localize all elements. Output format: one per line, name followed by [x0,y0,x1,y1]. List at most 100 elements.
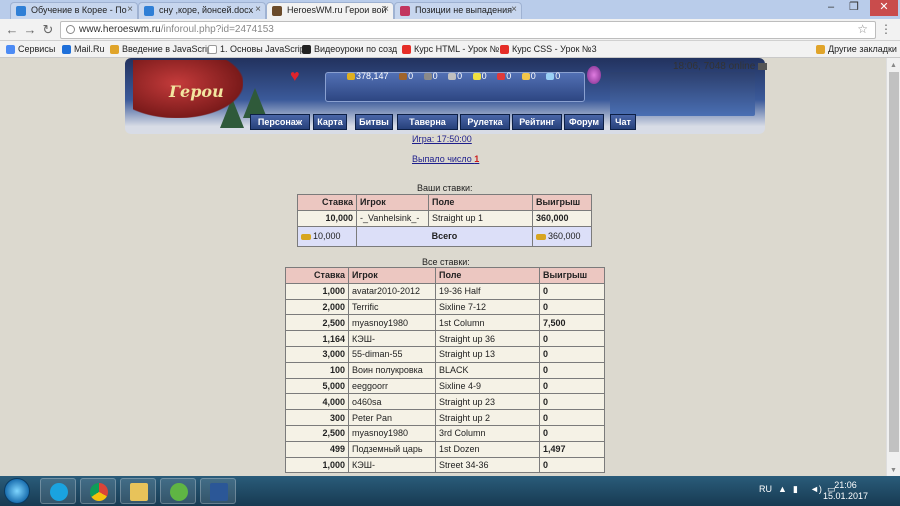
player-cell[interactable]: Peter Pan [348,409,436,426]
reload-icon[interactable]: ↻ [40,22,56,38]
table-row: 2,000 Terrific Sixline 7-12 0 [285,298,605,316]
heroes-logo[interactable]: Герои [133,60,243,118]
tab-korea-study[interactable]: Обучение в Корее - По × [10,2,138,19]
bookmark-video-lessons[interactable]: Видеоуроки по созд [302,44,397,54]
scroll-down-icon[interactable]: ▼ [890,467,897,474]
col-player: Игрок [348,267,436,284]
bookmark-other[interactable]: Другие закладки [816,44,897,54]
bet-cell: 10,000 [297,209,357,227]
bet-cell: 100 [285,361,349,379]
bookmark-js-basics[interactable]: 1. Основы JavaScript [208,44,307,54]
youtube-icon [402,45,411,54]
folder-icon [816,45,825,54]
nav-forum[interactable]: Форум [564,114,604,130]
page-icon [208,45,217,54]
scrollbar-thumb[interactable] [889,72,899,452]
game-time-link[interactable]: Игра: 17:50:00 [412,134,472,144]
nav-battles[interactable]: Битвы [355,114,393,130]
player-cell[interactable]: eeggoorr [348,377,436,395]
bookmark-mailru[interactable]: Mail.Ru [62,44,105,54]
crystal-icon [497,73,506,80]
nav-character[interactable]: Персонаж [250,114,310,130]
table-row: 300 Peter Pan Straight up 20 [285,409,605,426]
gems-icon [521,73,530,80]
health-heart-icon: ♥ [290,68,300,85]
close-icon[interactable]: × [383,4,389,15]
player-cell[interactable]: -_Vanhelsink_- [356,209,429,227]
page-scrollbar[interactable]: ▲ ▼ [886,58,900,476]
tab-heroeswm[interactable]: HeroesWM.ru Герои вой × [266,2,394,19]
player-cell[interactable]: Terrific [348,298,436,316]
back-icon[interactable]: ← [4,22,20,38]
language-indicator[interactable]: RU [759,484,772,494]
player-cell[interactable]: o460sa [348,393,436,411]
resource-bar: 378,147 0 0 0 0 0 0 0 [347,71,568,81]
nav-rating[interactable]: Рейтинг [512,114,562,130]
nav-roulette[interactable]: Рулетка [460,114,510,130]
url-input[interactable]: www.heroeswm.ru/inforoul.php?id=2474153 [60,21,876,39]
page-info-icon[interactable] [66,25,75,34]
taskbar-chrome[interactable] [80,478,116,504]
skype-icon [50,483,68,501]
taskbar-skype[interactable] [40,478,76,504]
ore-resource: 0 [423,71,442,81]
forward-icon[interactable]: → [22,22,38,38]
bookmark-js-intro[interactable]: Введение в JavaScrip [110,44,212,54]
nav-map[interactable]: Карта [313,114,347,130]
player-cell[interactable]: 55-diman-55 [348,345,436,363]
bookmarks-bar: Сервисы Mail.Ru Введение в JavaScrip 1. … [0,41,900,58]
result-number-link[interactable]: Выпало число 1 [412,154,479,164]
close-icon[interactable]: × [255,4,261,15]
restore-icon[interactable]: ❐ [843,0,865,16]
bookmark-css-course[interactable]: Курс CSS - Урок №3 [500,44,597,54]
field-cell: 1st Column [435,314,540,332]
tray-expand-icon[interactable]: ▲ [778,484,787,494]
field-cell: Straight up 2 [435,409,540,426]
network-icon[interactable]: ▮ [793,484,798,495]
r-logo-icon [302,45,311,54]
browser-menu-icon[interactable]: ⋮ [880,22,892,36]
table-header-row: Ставка Игрок Поле Выигрыш [285,267,605,284]
your-bets-table: Ставка Игрок Поле Выигрыш 10,000 -_Vanhe… [297,194,592,247]
table-header-row: Ставка Игрок Поле Выигрыш [297,194,592,211]
nav-tavern[interactable]: Таверна [397,114,458,130]
bet-cell: 1,000 [285,282,349,300]
minimize-icon[interactable]: – [820,0,842,16]
windows-taskbar: RU ▲ ▮ ◄) ▭ 21:06 15.01.2017 [0,476,900,506]
taskbar-word[interactable] [200,478,236,504]
taskbar-utorrent[interactable] [160,478,196,504]
start-button[interactable] [4,478,30,504]
tab-snu-doc[interactable]: сну ,коре, йонсей.docx × [138,2,266,19]
nav-chat[interactable]: Чат [610,114,636,130]
player-cell[interactable]: КЭШ- [348,456,436,474]
mercury-icon [448,73,457,80]
bookmark-services[interactable]: Сервисы [6,44,55,54]
field-cell: Sixline 7-12 [435,298,540,316]
bookmark-html-course[interactable]: Курс HTML - Урок № [402,44,499,54]
close-icon[interactable]: × [127,4,133,15]
gold-icon [301,234,311,241]
table-row: 1,000 avatar2010-2012 19-36 Half 0 [285,282,605,300]
player-cell[interactable]: myasnoy1980 [348,314,436,332]
player-cell[interactable]: Подземный царь [348,440,436,458]
player-cell[interactable]: Воин полукровка [348,361,436,379]
wood-resource: 0 [399,71,417,81]
field-cell: Street 34-36 [435,456,540,474]
win-cell: 0 [539,282,605,300]
taskbar-explorer[interactable] [120,478,156,504]
player-cell[interactable]: КЭШ- [348,330,436,347]
scroll-up-icon[interactable]: ▲ [890,62,897,69]
bookmark-star-icon[interactable]: ☆ [857,22,868,36]
field-cell: Straight up 13 [435,345,540,363]
system-clock[interactable]: 21:06 15.01.2017 [823,480,868,502]
docs-icon [16,6,26,16]
close-icon[interactable]: × [511,4,517,15]
mail-icon[interactable] [758,63,768,70]
window-close-icon[interactable]: ✕ [870,0,898,16]
volume-icon[interactable]: ◄) [810,484,822,494]
bet-cell: 5,000 [285,377,349,395]
player-cell[interactable]: myasnoy1980 [348,424,436,442]
sulfur-icon [472,73,481,80]
tab-roulette-positions[interactable]: Позиции не выпадения × [394,2,522,19]
player-cell[interactable]: avatar2010-2012 [348,282,436,300]
